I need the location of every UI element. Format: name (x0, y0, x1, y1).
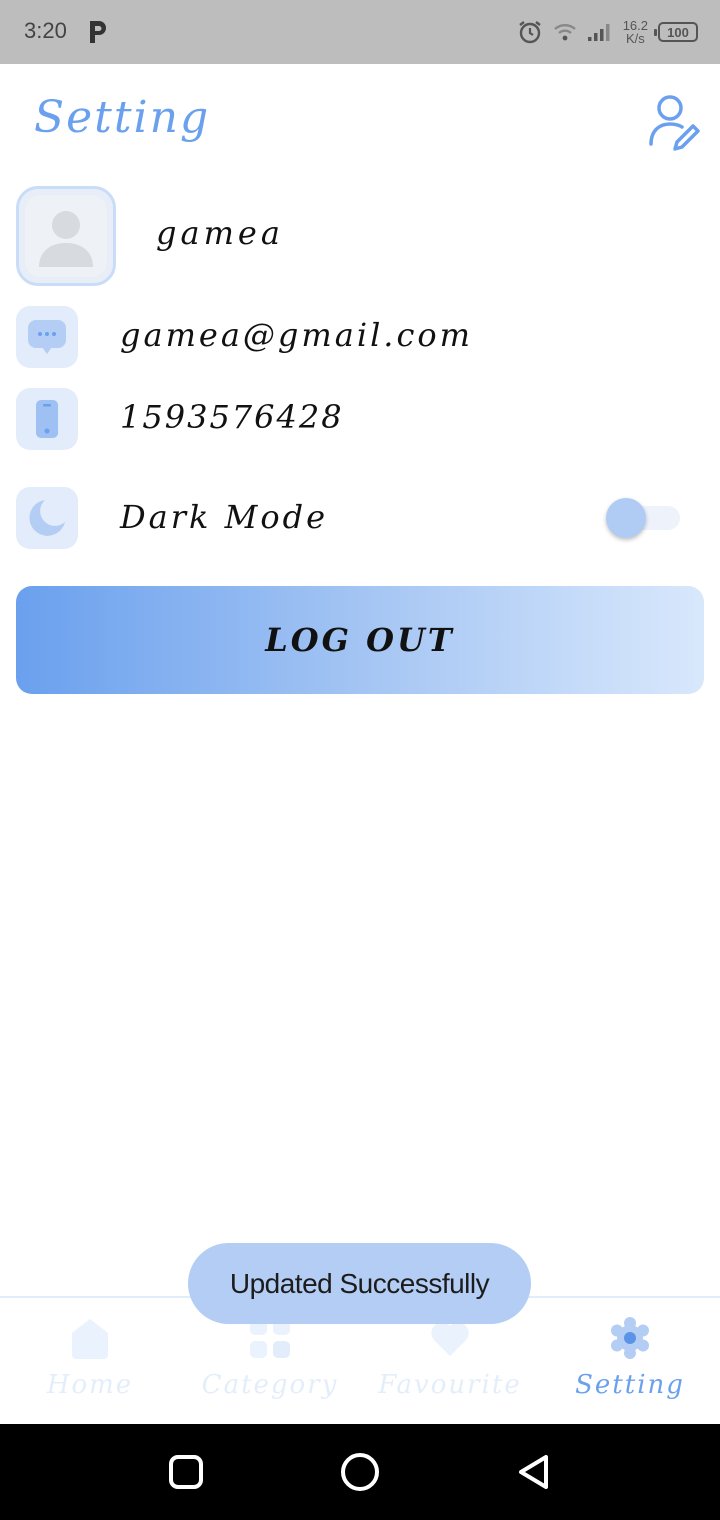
wifi-icon (553, 24, 576, 41)
alarm-icon (518, 21, 541, 44)
dark-mode-label: Dark Mode (120, 498, 329, 536)
parking-p-icon (90, 21, 106, 43)
recents-square-icon[interactable] (162, 1448, 210, 1496)
status-bar: 3:20 16.2 K/s 100 (0, 0, 720, 64)
user-edit-icon[interactable] (644, 92, 700, 152)
gear-icon (611, 1317, 649, 1359)
dark-mode-toggle[interactable] (604, 498, 680, 540)
home-circle-icon[interactable] (336, 1448, 384, 1496)
page-title: Setting (34, 92, 211, 143)
phone-icon (16, 388, 78, 450)
nav-label-setting: Setting (575, 1370, 685, 1400)
nav-item-home[interactable]: Home (0, 1298, 180, 1426)
home-icon (72, 1319, 108, 1359)
user-placeholder-icon (39, 211, 93, 267)
signal-icon (587, 24, 610, 41)
network-speed: 16.2 K/s (622, 18, 648, 46)
nav-label-home: Home (46, 1370, 134, 1400)
message-icon (16, 306, 78, 368)
battery-icon: 100 (654, 22, 698, 42)
system-nav-bar (0, 1424, 720, 1520)
back-triangle-icon[interactable] (510, 1448, 558, 1496)
logout-button[interactable]: LOG OUT (16, 586, 704, 694)
status-time: 3:20 (24, 18, 67, 43)
logout-label: LOG OUT (265, 621, 455, 659)
user-phone: 1593576428 (120, 398, 344, 436)
toast-message: Updated Successfully (188, 1243, 531, 1324)
nav-label-favourite: Favourite (378, 1370, 522, 1400)
moon-icon (16, 487, 78, 549)
nav-label-category: Category (201, 1370, 339, 1400)
avatar[interactable] (16, 186, 116, 286)
nav-item-setting[interactable]: Setting (540, 1298, 720, 1426)
user-name: gamea (156, 214, 284, 252)
user-email: gamea@gmail.com (120, 316, 473, 354)
